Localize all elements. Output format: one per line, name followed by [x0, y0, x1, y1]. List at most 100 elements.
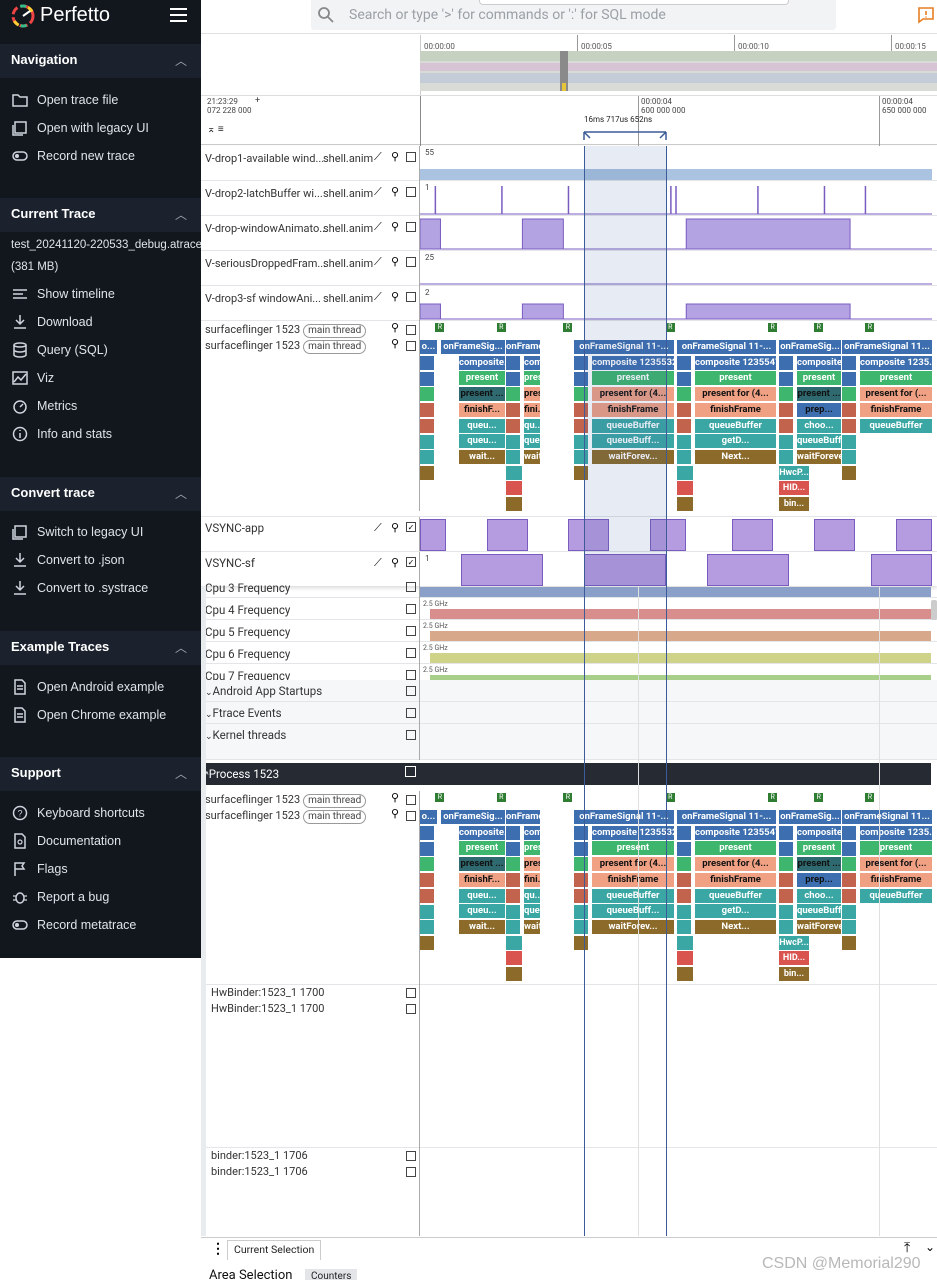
trace-slice[interactable]: fini... — [524, 402, 540, 417]
switch-legacy-ui[interactable]: Switch to legacy UI — [0, 521, 201, 545]
slice-strip[interactable] — [574, 450, 588, 465]
slice-strip[interactable] — [842, 418, 856, 433]
slice-strip[interactable] — [842, 904, 856, 919]
slice-strip[interactable] — [506, 450, 520, 465]
trace-slice[interactable]: waitForever — [524, 919, 540, 934]
trace-slice[interactable]: HID... — [779, 951, 809, 966]
trace-slice[interactable]: queueBuffer — [695, 418, 776, 433]
trace-slice[interactable]: onFrameSignal 11-... — [574, 810, 674, 824]
slice-strip[interactable] — [420, 387, 434, 402]
chart-icon[interactable]: ⟋ — [374, 255, 382, 269]
trace-slice[interactable]: prep... — [797, 402, 841, 417]
trace-slice[interactable]: bin... — [779, 967, 809, 981]
slice-strip[interactable] — [677, 826, 691, 840]
slice-strip[interactable] — [677, 873, 691, 888]
slice-strip[interactable] — [779, 904, 793, 919]
keyboard-shortcuts[interactable]: ? Keyboard shortcuts — [0, 802, 201, 826]
open-android-example[interactable]: Open Android example — [0, 676, 201, 700]
trace-slice[interactable]: onFrameSignal 11-... — [574, 340, 674, 354]
slice-strip[interactable] — [420, 920, 434, 935]
trace-slice[interactable]: HwcP... — [779, 465, 809, 480]
trace-slice[interactable]: finishFrame — [592, 872, 674, 887]
slice-strip[interactable] — [506, 356, 520, 370]
slice-strip[interactable] — [506, 403, 520, 418]
feedback-icon[interactable] — [917, 6, 935, 24]
viz[interactable]: Viz — [0, 367, 201, 391]
hamburger-icon[interactable] — [170, 8, 187, 22]
trace-slice[interactable]: wait... — [459, 449, 505, 464]
checkbox[interactable] — [406, 686, 416, 696]
slice-strip[interactable] — [677, 356, 691, 370]
slice-strip[interactable] — [842, 434, 856, 449]
trace-slice[interactable]: composite 1235... — [860, 825, 932, 840]
section-navigation[interactable]: Navigation ︿ — [0, 44, 201, 78]
cpu-freq-track[interactable]: Cpu 3 Frequency — [201, 576, 937, 598]
kebab-menu-icon[interactable]: ⋮ — [211, 1241, 225, 1257]
pinned-track[interactable]: V-drop3-sf windowAni... shell.anim ⟋ ⚲ 2 — [201, 286, 937, 321]
convert-json[interactable]: Convert to .json — [0, 549, 201, 573]
trace-slice[interactable]: onFrameSig... — [506, 340, 540, 354]
slice-strip[interactable] — [506, 888, 520, 903]
slice-strip[interactable] — [677, 387, 691, 402]
slice-strip[interactable] — [506, 465, 522, 480]
slice-strip[interactable] — [677, 434, 691, 449]
trace-slice[interactable]: present ... — [797, 857, 841, 872]
trace-slice[interactable]: present for (... — [860, 387, 932, 402]
slice-strip[interactable] — [420, 356, 434, 370]
trace-slice[interactable]: finishF... — [459, 402, 505, 417]
checkbox[interactable] — [406, 988, 416, 998]
slice-strip[interactable] — [506, 967, 522, 981]
trace-slice[interactable]: o... — [420, 340, 437, 354]
chart-icon[interactable]: ⟋ — [374, 185, 382, 199]
checkbox[interactable] — [406, 670, 416, 680]
open-trace-file[interactable]: Open trace file — [0, 89, 201, 113]
slice-strip[interactable] — [842, 465, 856, 480]
slice-strip[interactable] — [506, 497, 522, 511]
slice-strip[interactable] — [506, 951, 522, 966]
slice-strip[interactable] — [779, 857, 793, 872]
record-metatrace[interactable]: Record metatrace — [0, 914, 201, 938]
counters-tab[interactable]: Counters — [305, 1269, 358, 1280]
slice-strip[interactable] — [506, 841, 520, 856]
slice-strip[interactable] — [677, 841, 691, 856]
slice-strip[interactable] — [677, 904, 691, 919]
pin-icon[interactable]: ⚲ — [391, 807, 399, 820]
trace-slice[interactable]: present — [797, 841, 841, 856]
pin-icon[interactable]: ⚲ — [391, 220, 399, 233]
trace-slice[interactable]: onFrameSignal 11... — [842, 340, 932, 354]
slice-strip[interactable] — [506, 920, 520, 935]
trace-slice[interactable]: onFrameSignal 11... — [842, 810, 932, 824]
trace-slice[interactable]: composite 1235532 — [592, 355, 674, 370]
checkbox[interactable] — [406, 222, 416, 232]
pinned-track[interactable]: V-drop1-available wind... shell.anim ⟋ ⚲ 55 — [201, 146, 937, 181]
trace-slice[interactable]: queueBuffer — [524, 904, 540, 919]
checkbox[interactable] — [406, 626, 416, 636]
trace-slice[interactable]: waitForever — [797, 919, 841, 934]
slice-strip[interactable] — [842, 403, 856, 418]
pinned-track[interactable]: V-drop-windowAnimato...shell.anim⟋⚲2 — [201, 216, 937, 251]
trace-slice[interactable]: HID... — [779, 481, 809, 496]
slice-strip[interactable] — [842, 873, 856, 888]
slice-strip[interactable] — [420, 904, 434, 919]
selection-bracket[interactable] — [582, 130, 668, 144]
chevron-down-icon[interactable]: ⌄ — [205, 732, 213, 742]
slice-strip[interactable] — [677, 967, 693, 981]
pin-icon[interactable]: ⚲ — [391, 185, 399, 198]
collapse-panel-icon[interactable]: ⤒ — [904, 1240, 910, 1256]
slice-strip[interactable] — [677, 857, 691, 872]
slice-strip[interactable] — [779, 418, 793, 433]
checkbox[interactable] — [406, 795, 416, 805]
slice-strip[interactable] — [506, 857, 520, 872]
slice-strip[interactable] — [506, 873, 520, 888]
trace-slice[interactable]: present for (4... — [695, 387, 776, 402]
pin-icon[interactable]: ⚲ — [391, 521, 399, 534]
vscroll[interactable] — [931, 600, 937, 620]
counter-canvas[interactable] — [420, 286, 932, 321]
checkbox[interactable] — [406, 582, 416, 592]
trace-slice[interactable]: present — [695, 371, 776, 386]
pin-icon[interactable]: ⚲ — [391, 150, 399, 163]
slice-strip[interactable] — [842, 920, 856, 935]
cpu-freq-track[interactable]: Cpu 5 Frequency 2.5 GHz — [201, 620, 937, 642]
slice-strip[interactable] — [677, 951, 693, 966]
trace-slice[interactable]: composite 1235532 — [592, 825, 674, 840]
